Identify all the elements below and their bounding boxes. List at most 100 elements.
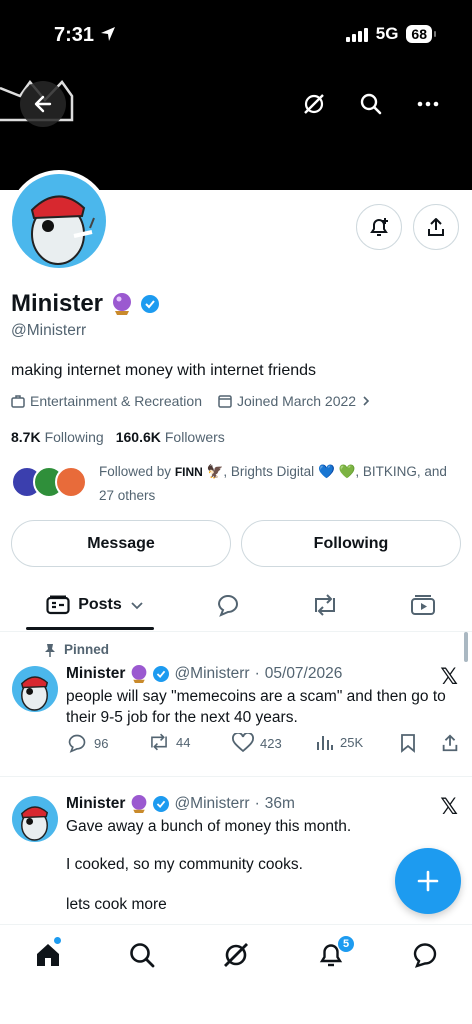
profile-banner: 7:31 5G 68 — [0, 0, 472, 190]
post-share-button[interactable] — [440, 733, 460, 753]
post-header: Minister @Ministerr · 05/07/2026 — [66, 664, 342, 684]
post-time: 36m — [264, 795, 295, 812]
grok-icon — [224, 943, 248, 967]
profile-avatar[interactable] — [8, 170, 110, 272]
crystal-ball-icon — [132, 795, 147, 813]
profile-meta: Entertainment & Recreation Joined March … — [11, 393, 387, 409]
profile-joined: Joined March 2022 — [236, 393, 357, 409]
posts-feed-icon — [46, 595, 70, 615]
post-author[interactable]: Minister — [66, 795, 125, 813]
profile-name: Minister — [11, 290, 104, 317]
joined-link[interactable]: Joined March 2022 — [218, 393, 371, 409]
tab-reposts[interactable] — [309, 590, 341, 620]
share-button[interactable] — [413, 204, 459, 250]
calendar-icon — [218, 395, 232, 408]
post-actions: 96 44 423 25K — [66, 733, 462, 757]
pin-icon — [45, 643, 55, 657]
repost-icon — [315, 594, 335, 616]
blue-heart-icon: 💙 — [317, 464, 335, 479]
crystal-ball-icon — [113, 293, 132, 315]
profile-category: Entertainment & Recreation — [30, 393, 202, 409]
chat-bubble-icon — [413, 943, 437, 968]
share-icon — [428, 218, 444, 236]
followed-by-text: Followed by FINN 🦅, Brights Digital 💙 💚,… — [99, 464, 447, 503]
compose-button[interactable] — [395, 848, 461, 914]
notifications-badge: 5 — [337, 935, 355, 953]
more-icon[interactable] — [414, 90, 442, 118]
post-text: people will say "memecoins are a scam" a… — [66, 688, 446, 726]
followers-link[interactable]: 160.6K Followers — [116, 429, 225, 445]
post-avatar[interactable] — [12, 796, 58, 842]
message-button[interactable]: Message — [11, 520, 231, 567]
chevron-right-icon — [363, 396, 370, 406]
home-unread-dot — [54, 937, 61, 944]
verified-badge-icon — [141, 295, 160, 313]
verified-badge-icon — [153, 796, 170, 812]
network-label: 5G — [375, 24, 399, 43]
bell-plus-icon — [370, 218, 388, 236]
bottom-nav: 5 — [0, 924, 472, 1024]
avatar-character-icon — [30, 195, 95, 265]
signal-icon — [345, 26, 368, 42]
pinned-label: Pinned — [44, 642, 109, 657]
profile-tabs: Posts — [0, 580, 472, 632]
repost-icon — [151, 733, 167, 751]
views-button[interactable]: 25K — [316, 733, 363, 751]
nav-grok[interactable] — [220, 939, 252, 971]
grok-icon[interactable] — [300, 90, 328, 118]
plus-icon — [417, 870, 439, 892]
heart-icon — [232, 733, 254, 753]
profile-name-row: Minister — [11, 290, 160, 318]
back-arrow-icon — [34, 95, 52, 113]
notify-bell-button[interactable] — [356, 204, 402, 250]
follow-stats: 8.7K Following 160.6K Followers — [11, 429, 225, 445]
tab-posts-label: Posts — [78, 596, 122, 613]
post-time: 05/07/2026 — [264, 665, 343, 682]
views-chart-icon — [317, 736, 333, 750]
battery-icon: 68 — [406, 25, 436, 43]
post-divider — [0, 776, 472, 777]
profile-handle: @Ministerr — [11, 322, 87, 339]
post-separator: · — [254, 795, 260, 812]
avatar — [55, 466, 87, 498]
video-icon — [411, 595, 435, 615]
following-button[interactable]: Following — [241, 520, 461, 567]
briefcase-icon — [11, 395, 25, 408]
search-icon[interactable] — [357, 90, 385, 118]
green-heart-icon: 💚 — [338, 464, 356, 479]
post-avatar[interactable] — [12, 666, 58, 712]
post-handle: @Ministerr — [174, 795, 250, 812]
tab-posts[interactable]: Posts — [40, 590, 150, 620]
post-separator: · — [254, 665, 260, 682]
back-button[interactable] — [20, 81, 66, 127]
eagle-icon: 🦅 — [206, 464, 224, 479]
home-icon — [37, 944, 59, 966]
tab-media[interactable] — [407, 590, 439, 620]
post-header: Minister @Ministerr · 36m — [66, 794, 295, 814]
reply-bubble-icon — [217, 595, 238, 617]
status-right: 5G 68 — [345, 24, 436, 44]
verified-badge-icon — [153, 666, 170, 682]
repost-button[interactable]: 44 — [148, 733, 190, 751]
crystal-ball-icon — [132, 665, 147, 683]
bookmark-icon — [401, 734, 415, 753]
nav-home[interactable] — [32, 939, 64, 971]
following-link[interactable]: 8.7K Following — [11, 429, 104, 445]
nav-search[interactable] — [126, 939, 158, 971]
chevron-down-icon — [131, 602, 143, 610]
post-text-line: Gave away a bunch of money this month. — [66, 818, 352, 835]
post-author[interactable]: Minister — [66, 665, 125, 683]
profile-bio: making internet money with internet frie… — [11, 362, 317, 379]
share-icon — [442, 734, 458, 752]
location-arrow-icon — [101, 27, 115, 41]
post-handle: @Ministerr — [174, 665, 250, 682]
nav-messages[interactable] — [409, 939, 441, 971]
mutual-avatars — [11, 466, 91, 500]
active-tab-indicator — [26, 627, 154, 630]
scrollbar[interactable] — [464, 632, 468, 662]
bookmark-button[interactable] — [400, 733, 416, 753]
reply-button[interactable]: 96 — [66, 733, 108, 753]
status-time: 7:31 — [54, 24, 95, 46]
tab-replies[interactable] — [212, 590, 244, 620]
like-button[interactable]: 423 — [232, 733, 282, 753]
